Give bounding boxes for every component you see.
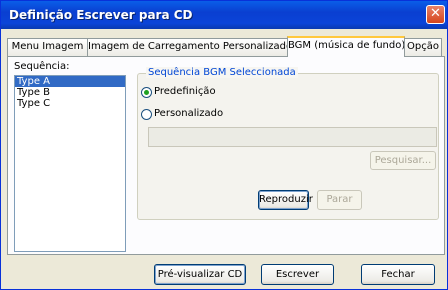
tab-bgm[interactable]: BGM (música de fundo) — [287, 36, 405, 57]
bgm-path-field[interactable] — [148, 127, 437, 147]
default-radio[interactable] — [141, 87, 152, 98]
tab-menu-image[interactable]: Menu Imagem — [7, 38, 88, 56]
browse-button[interactable]: Pesquisar... — [370, 151, 436, 170]
close-icon[interactable]: ✕ — [426, 5, 445, 24]
tab-options[interactable]: Opção — [404, 38, 442, 56]
dialog-window: Definição Escrever para CD ✕ Menu Imagem… — [0, 0, 448, 290]
sequence-listbox[interactable]: Type A Type B Type C — [14, 75, 126, 252]
close-button[interactable]: Fechar — [361, 264, 435, 285]
write-button[interactable]: Escrever — [261, 264, 334, 285]
window-title: Definição Escrever para CD — [9, 8, 193, 22]
play-button[interactable]: Reproduzir — [258, 190, 313, 210]
list-item[interactable]: Type A — [15, 76, 125, 87]
default-radio-label[interactable]: Predefinição — [154, 86, 216, 97]
custom-radio-label[interactable]: Personalizado — [154, 108, 223, 119]
title-bar[interactable]: Definição Escrever para CD ✕ — [1, 1, 447, 29]
list-item[interactable]: Type B — [15, 87, 125, 98]
radio-selected-dot — [144, 90, 149, 95]
stop-button[interactable]: Parar — [317, 190, 362, 210]
sequence-label: Sequência: — [14, 61, 70, 72]
preview-cd-button[interactable]: Pré-visualizar CD — [154, 264, 246, 285]
custom-radio[interactable] — [141, 109, 152, 120]
list-item[interactable]: Type C — [15, 98, 125, 109]
tab-custom-loading-image[interactable]: Imagem de Carregamento Personalizado — [87, 38, 288, 56]
bgm-group-legend: Sequência BGM Seleccionada — [146, 67, 298, 78]
